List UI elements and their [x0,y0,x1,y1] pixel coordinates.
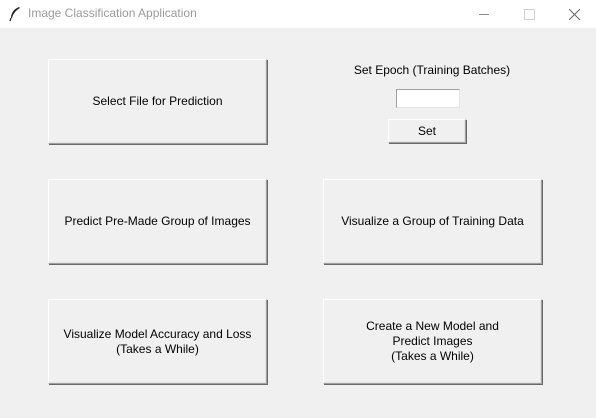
feather-icon [8,6,22,22]
maximize-button[interactable] [507,0,551,28]
predict-group-button[interactable]: Predict Pre-Made Group of Images [48,179,267,264]
close-button[interactable] [552,0,596,28]
minimize-icon [478,9,490,20]
minimize-button[interactable] [462,0,506,28]
maximize-icon [523,8,535,20]
create-model-button[interactable]: Create a New Model and Predict Images (T… [323,299,542,384]
select-file-button[interactable]: Select File for Prediction [48,59,267,144]
visualize-training-button[interactable]: Visualize a Group of Training Data [323,179,542,264]
window-title: Image Classification Application [28,6,197,20]
application-window: Image Classification Application Select … [0,0,596,418]
title-bar[interactable]: Image Classification Application [0,0,596,28]
epoch-label: Set Epoch (Training Batches) [353,63,511,77]
epoch-input[interactable] [396,89,460,108]
set-epoch-button[interactable]: Set [388,119,466,143]
visualize-accuracy-button[interactable]: Visualize Model Accuracy and Loss (Takes… [48,299,267,384]
close-icon [568,8,580,20]
